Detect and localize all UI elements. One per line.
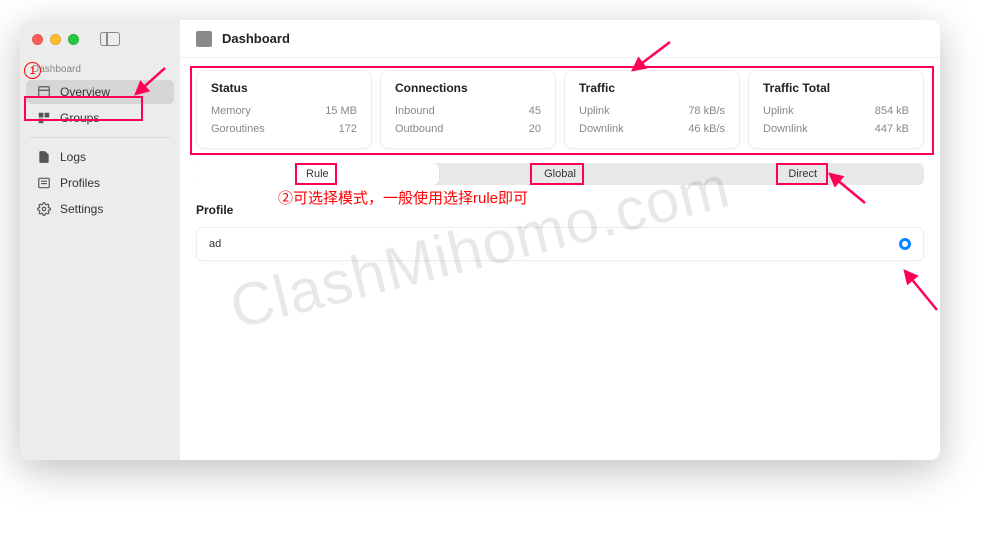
profiles-icon [36, 175, 52, 191]
stat-row: Outbound20 [395, 121, 541, 139]
profile-item-label: ad [209, 238, 221, 250]
sidebar-item-label: Settings [60, 202, 103, 216]
minimize-window-button[interactable] [50, 34, 61, 45]
stats-row: Status Memory15 MB Goroutines172 Connect… [196, 70, 924, 149]
dashboard-icon [196, 31, 212, 47]
stat-title: Traffic [579, 81, 725, 95]
sidebar-item-label: Groups [60, 111, 99, 125]
stat-row: Memory15 MB [211, 103, 357, 121]
close-window-button[interactable] [32, 34, 43, 45]
sidebar-item-overview[interactable]: Overview [26, 80, 174, 104]
profile-item[interactable]: ad [196, 227, 924, 261]
sidebar: Dashboard Overview Groups Logs [20, 20, 180, 460]
sidebar-toggle-icon[interactable] [100, 32, 120, 46]
radio-selected-icon[interactable] [899, 238, 911, 250]
sidebar-item-settings[interactable]: Settings [26, 197, 174, 221]
stat-card-status: Status Memory15 MB Goroutines172 [196, 70, 372, 149]
profile-section: Profile ad [196, 203, 924, 261]
page-title: Dashboard [222, 31, 290, 46]
sidebar-item-label: Overview [60, 85, 110, 99]
stat-card-traffic-total: Traffic Total Uplink854 kB Downlink447 k… [748, 70, 924, 149]
main-header: Dashboard [180, 20, 940, 58]
stat-title: Connections [395, 81, 541, 95]
sidebar-item-logs[interactable]: Logs [26, 145, 174, 169]
stat-card-traffic: Traffic Uplink78 kB/s Downlink46 kB/s [564, 70, 740, 149]
sidebar-item-label: Logs [60, 150, 86, 164]
groups-icon [36, 110, 52, 126]
stat-row: Uplink854 kB [763, 103, 909, 121]
sidebar-divider [30, 137, 170, 138]
profile-title: Profile [196, 203, 924, 217]
stat-row: Downlink46 kB/s [579, 121, 725, 139]
mode-tabs: Rule Global Direct [196, 163, 924, 185]
stat-row: Inbound45 [395, 103, 541, 121]
gear-icon [36, 201, 52, 217]
maximize-window-button[interactable] [68, 34, 79, 45]
sidebar-item-groups[interactable]: Groups [26, 106, 174, 130]
mode-tab-rule[interactable]: Rule [196, 163, 439, 185]
stat-title: Traffic Total [763, 81, 909, 95]
stat-row: Goroutines172 [211, 121, 357, 139]
stat-title: Status [211, 81, 357, 95]
main-content: Status Memory15 MB Goroutines172 Connect… [180, 58, 940, 460]
sidebar-item-label: Profiles [60, 176, 100, 190]
stat-row: Uplink78 kB/s [579, 103, 725, 121]
main-area: Dashboard Status Memory15 MB Goroutines1… [180, 20, 940, 460]
sidebar-item-profiles[interactable]: Profiles [26, 171, 174, 195]
mode-tab-global[interactable]: Global [439, 163, 682, 185]
overview-icon [36, 84, 52, 100]
stat-card-connections: Connections Inbound45 Outbound20 [380, 70, 556, 149]
logs-icon [36, 149, 52, 165]
app-window: Dashboard Overview Groups Logs [20, 20, 940, 460]
titlebar [20, 20, 180, 58]
mode-tab-direct[interactable]: Direct [681, 163, 924, 185]
stat-row: Downlink447 kB [763, 121, 909, 139]
sidebar-section-dashboard: Dashboard [20, 58, 180, 79]
